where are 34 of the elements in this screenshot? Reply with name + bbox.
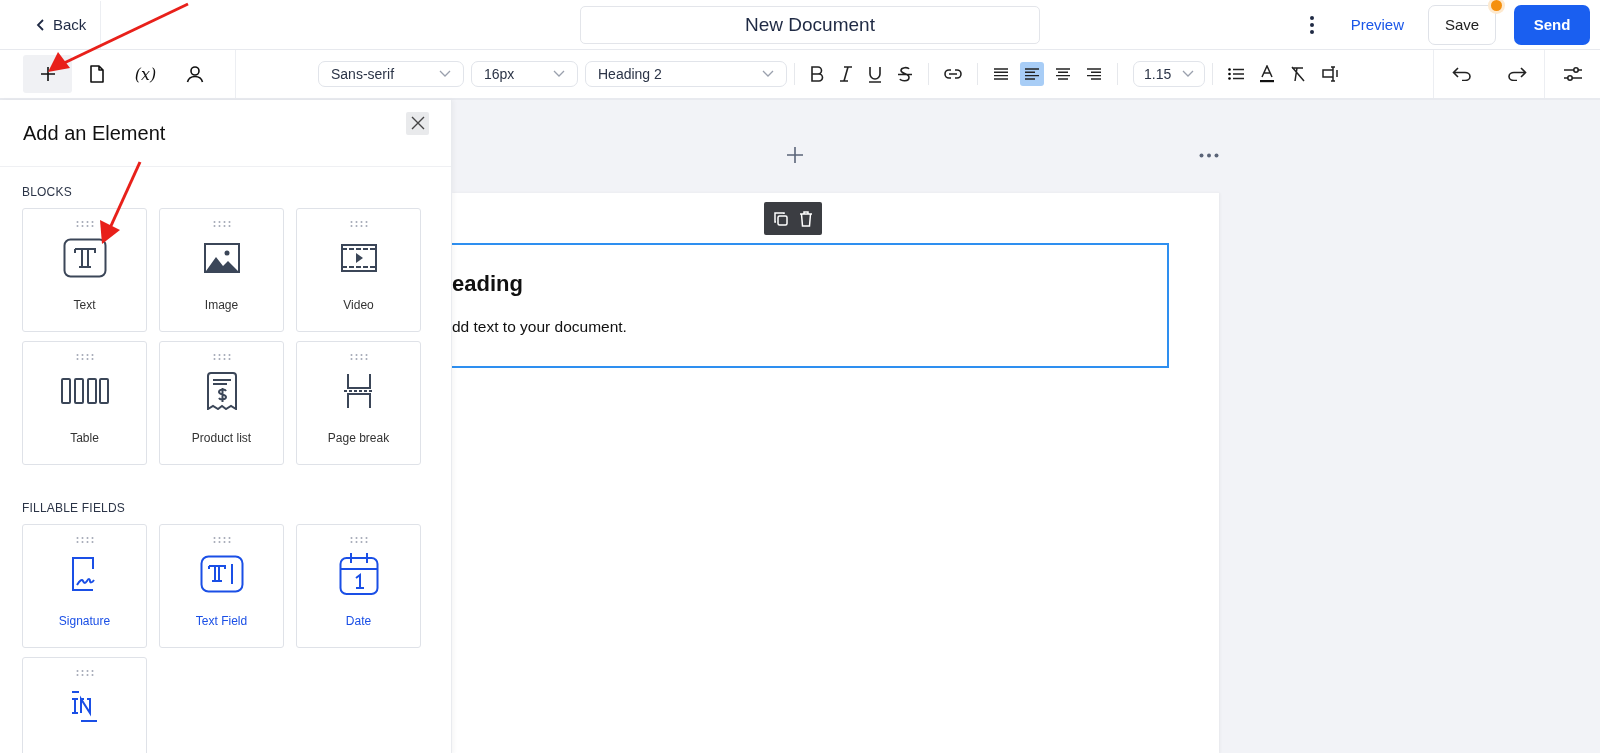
element-label: Product list	[191, 431, 252, 445]
element-label: Table	[70, 431, 99, 445]
save-button[interactable]: Save	[1428, 4, 1496, 45]
element-label: Text	[73, 298, 96, 312]
block-body-text: dd text to your document.	[452, 318, 628, 336]
element-label: Image	[204, 298, 239, 312]
send-button[interactable]: Send	[1514, 4, 1590, 45]
element-card[interactable]: Date	[296, 524, 421, 648]
block-heading: eading	[452, 271, 524, 297]
section-heading: BLOCKS	[22, 185, 73, 199]
element-label: Text Field	[195, 614, 248, 628]
element-card[interactable]: Table	[22, 341, 147, 465]
variable-button[interactable]: (x)	[121, 55, 170, 93]
element-card[interactable]: Video	[296, 208, 421, 332]
element-card[interactable]: Signature	[22, 524, 147, 648]
element-card[interactable]: Page break	[296, 341, 421, 465]
line-spacing-select[interactable]: 1.15	[1133, 61, 1205, 87]
element-card[interactable]: Text	[22, 208, 147, 332]
element-label: Video	[343, 298, 374, 312]
document-title-field[interactable]: New Document	[580, 5, 1040, 44]
section-heading: FILLABLE FIELDS	[22, 501, 127, 515]
element-card[interactable]: Product list	[159, 341, 284, 465]
text-style-select[interactable]: Heading 2	[585, 61, 787, 87]
element-label: Signature	[58, 614, 111, 628]
element-label: Page break	[327, 431, 390, 445]
font-size-select[interactable]: 16px	[471, 61, 578, 87]
element-card[interactable]: Image	[159, 208, 284, 332]
panel-title: Add an Element	[23, 121, 166, 145]
font-family-select[interactable]: Sans-serif	[318, 61, 464, 87]
preview-link[interactable]: Preview	[1350, 16, 1404, 33]
element-label: Date	[345, 614, 372, 628]
text-block[interactable]: eading dd text to your document.	[452, 243, 1169, 368]
back-button[interactable]: Back	[28, 10, 95, 39]
element-card[interactable]: Text Field	[159, 524, 284, 648]
